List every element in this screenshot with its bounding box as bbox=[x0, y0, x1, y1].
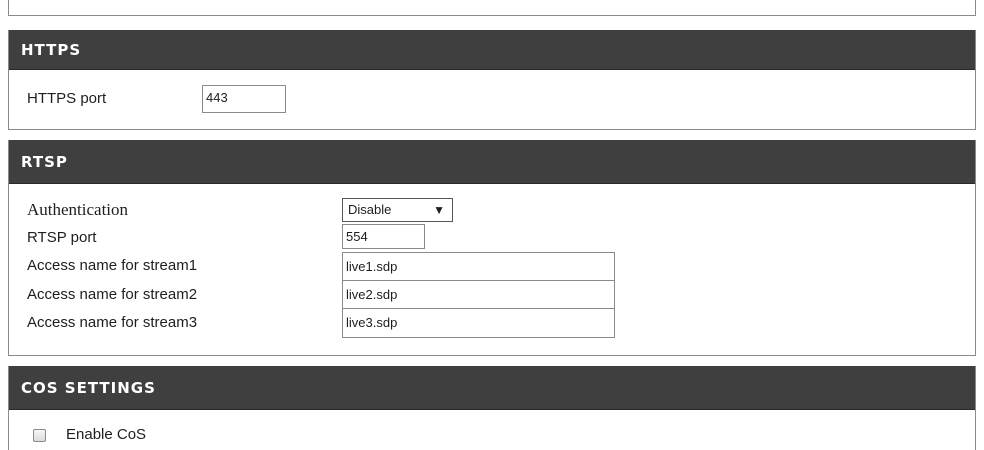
rtsp-section-body: Authentication Disable ▼ RTSP port 554 A… bbox=[9, 184, 975, 356]
rtsp-section-header: RTSP bbox=[9, 140, 975, 184]
authentication-select[interactable]: Disable ▼ bbox=[342, 198, 453, 222]
https-section-body: HTTPS port 443 bbox=[9, 70, 975, 130]
https-section: HTTPS HTTPS port 443 bbox=[8, 30, 976, 130]
authentication-label: Authentication bbox=[27, 200, 129, 219]
https-section-title: HTTPS bbox=[21, 41, 82, 59]
https-section-header: HTTPS bbox=[9, 30, 975, 70]
previous-section-bottom bbox=[8, 0, 976, 16]
cos-settings-section: COS SETTINGS Enable CoS bbox=[8, 366, 976, 450]
stream2-access-name-input[interactable]: live2.sdp bbox=[342, 280, 615, 309]
stream3-access-name-label: Access name for stream3 bbox=[27, 314, 198, 331]
stream2-access-name-label: Access name for stream2 bbox=[27, 286, 198, 303]
stream1-access-name-label: Access name for stream1 bbox=[27, 257, 198, 274]
https-port-label: HTTPS port bbox=[27, 90, 107, 107]
rtsp-section-title: RTSP bbox=[21, 153, 68, 171]
cos-settings-section-title: COS SETTINGS bbox=[21, 379, 156, 397]
rtsp-section: RTSP Authentication Disable ▼ RTSP port … bbox=[8, 140, 976, 356]
rtsp-port-input[interactable]: 554 bbox=[342, 224, 425, 249]
cos-settings-section-header: COS SETTINGS bbox=[9, 366, 975, 410]
settings-page: HTTPS HTTPS port 443 RTSP Authentication… bbox=[0, 0, 984, 450]
rtsp-port-label: RTSP port bbox=[27, 229, 97, 246]
authentication-select-value: Disable bbox=[348, 202, 392, 217]
https-port-input[interactable]: 443 bbox=[202, 85, 286, 113]
chevron-down-icon: ▼ bbox=[433, 203, 445, 217]
cos-settings-section-body: Enable CoS bbox=[9, 410, 975, 450]
enable-cos-label: Enable CoS bbox=[66, 426, 147, 443]
enable-cos-checkbox[interactable] bbox=[33, 429, 46, 442]
stream3-access-name-input[interactable]: live3.sdp bbox=[342, 308, 615, 338]
stream1-access-name-input[interactable]: live1.sdp bbox=[342, 252, 615, 281]
